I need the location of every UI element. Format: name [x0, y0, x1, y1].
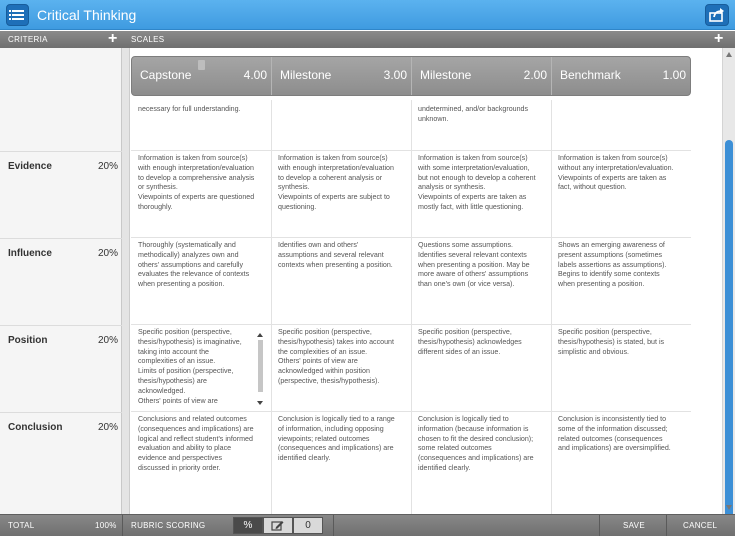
criteria-name: Position: [8, 335, 48, 346]
cell-scrollbar[interactable]: [256, 331, 265, 407]
header-strip: CRITERIA + SCALES +: [0, 31, 735, 48]
grid-cell[interactable]: Specific position (perspective, thesis/h…: [558, 328, 664, 357]
grid-cell[interactable]: Shows an emerging awareness of present a…: [558, 241, 666, 290]
criteria-column: Evidence 20% Influence 20% Position 20% …: [0, 48, 122, 514]
grid-cell[interactable]: Conclusion is inconsistently tied to som…: [558, 415, 671, 454]
criteria-percent: 20%: [97, 161, 118, 172]
criteria-name: Influence: [8, 248, 52, 259]
grid-cell[interactable]: Identifies own and others' assumptions a…: [278, 241, 393, 270]
rubric-grid: necessary for full understanding. undete…: [131, 100, 691, 514]
criteria-item-evidence[interactable]: Evidence 20%: [0, 151, 122, 238]
grid-cell[interactable]: Information is taken from source(s) with…: [558, 154, 674, 193]
criteria-percent: 20%: [97, 248, 118, 259]
rubric-scoring-label: RUBRIC SCORING: [131, 521, 206, 530]
grid-cell[interactable]: Conclusions and related outcomes (conseq…: [138, 415, 254, 474]
scale-milestone-3[interactable]: Milestone 3.00: [272, 57, 412, 95]
total-value: 100%: [95, 521, 117, 530]
grid-cell[interactable]: Conclusion is logically tied to informat…: [418, 415, 534, 474]
criteria-item-influence[interactable]: Influence 20%: [0, 238, 122, 325]
scroll-thumb[interactable]: [725, 140, 733, 536]
criteria-percent: 20%: [97, 335, 118, 346]
main-scrollbar[interactable]: [722, 48, 735, 536]
title-bar: Critical Thinking: [0, 0, 735, 30]
grid-cell[interactable]: Conclusion is logically tied to a range …: [278, 415, 395, 464]
percent-scoring-button[interactable]: %: [233, 517, 263, 534]
edit-icon: [271, 521, 284, 531]
scale-name: Milestone: [420, 68, 472, 82]
grid-cell[interactable]: Information is taken from source(s) with…: [418, 154, 536, 213]
criteria-label: CRITERIA: [8, 35, 48, 44]
zero-scoring-button[interactable]: 0: [293, 517, 323, 534]
footer-bar: TOTAL 100% RUBRIC SCORING % 0 SAVE CANCE…: [0, 514, 735, 536]
scale-capstone[interactable]: Capstone 4.00: [132, 57, 272, 95]
grid-cell[interactable]: Specific position (perspective, thesis/h…: [138, 328, 242, 408]
scale-score: 3.00: [383, 68, 407, 82]
chevron-up-icon[interactable]: [257, 333, 263, 337]
grid-cell[interactable]: Questions some assumptions. Identifies s…: [418, 241, 530, 290]
grid-cell[interactable]: Thoroughly (systematically and methodica…: [138, 241, 249, 290]
save-button[interactable]: SAVE: [623, 521, 645, 530]
export-button[interactable]: [705, 4, 729, 26]
scale-name: Benchmark: [560, 68, 621, 82]
scale-milestone-2[interactable]: Milestone 2.00: [412, 57, 552, 95]
export-icon: [709, 8, 724, 22]
chevron-down-icon[interactable]: [257, 401, 263, 405]
chevron-down-icon[interactable]: [726, 505, 732, 510]
criteria-item-conclusion[interactable]: Conclusion 20%: [0, 412, 122, 514]
add-scale-button[interactable]: +: [714, 30, 724, 47]
drag-handle[interactable]: [198, 60, 205, 70]
column-divider: [122, 48, 130, 514]
criteria-name: Conclusion: [8, 422, 63, 433]
cancel-button[interactable]: CANCEL: [683, 521, 717, 530]
add-criteria-button[interactable]: +: [108, 30, 118, 47]
cell-scroll-thumb[interactable]: [258, 340, 263, 392]
scale-benchmark[interactable]: Benchmark 1.00: [552, 57, 690, 95]
grid-cell[interactable]: Specific position (perspective, thesis/h…: [278, 328, 394, 387]
grid-cell[interactable]: Specific position (perspective, thesis/h…: [418, 328, 522, 357]
scale-score: 2.00: [523, 68, 547, 82]
scale-score: 1.00: [662, 68, 686, 82]
edit-scoring-button[interactable]: [263, 517, 293, 534]
plus-icon: +: [714, 30, 724, 47]
grid-cell[interactable]: undetermined, and/or backgrounds unknown…: [418, 105, 528, 125]
grid-cell[interactable]: Information is taken from source(s) with…: [278, 154, 394, 213]
chevron-up-icon[interactable]: [726, 52, 732, 57]
scales-label: SCALES: [131, 35, 165, 44]
list-button[interactable]: [6, 4, 29, 26]
total-label: TOTAL: [8, 521, 35, 530]
window-title: Critical Thinking: [37, 7, 137, 23]
grid-cell[interactable]: necessary for full understanding.: [138, 105, 241, 115]
criteria-percent: 20%: [97, 422, 118, 433]
grid-cell[interactable]: Information is taken from source(s) with…: [138, 154, 254, 213]
criteria-item-position[interactable]: Position 20%: [0, 325, 122, 412]
criteria-name: Evidence: [8, 161, 52, 172]
scale-score: 4.00: [243, 68, 267, 82]
scales-header: Capstone 4.00 Milestone 3.00 Milestone 2…: [131, 56, 691, 96]
scale-name: Milestone: [280, 68, 332, 82]
scale-name: Capstone: [140, 68, 192, 82]
plus-icon: +: [108, 30, 118, 47]
